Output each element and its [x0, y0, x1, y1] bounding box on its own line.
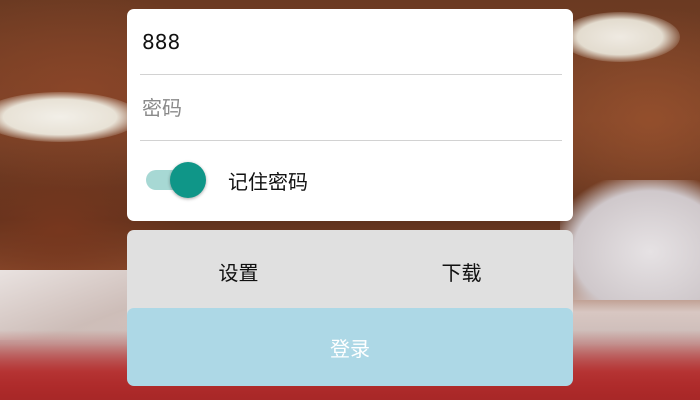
login-card: 记住密码 [127, 9, 573, 221]
switch-thumb [170, 162, 206, 198]
login-button[interactable]: 登录 [127, 308, 573, 386]
remember-password-switch[interactable] [146, 162, 206, 198]
password-input[interactable] [140, 95, 562, 120]
action-row: 设置 下载 [127, 230, 573, 320]
username-input[interactable] [140, 29, 562, 54]
remember-password-label: 记住密码 [228, 169, 308, 194]
background-cream-left [0, 92, 140, 142]
background-plate-right [560, 180, 700, 300]
download-button[interactable]: 下载 [350, 230, 573, 320]
remember-row: 记住密码 [140, 141, 562, 219]
settings-button[interactable]: 设置 [127, 230, 350, 320]
username-row [140, 9, 562, 75]
background-cream-right [560, 12, 680, 62]
password-row [140, 75, 562, 141]
